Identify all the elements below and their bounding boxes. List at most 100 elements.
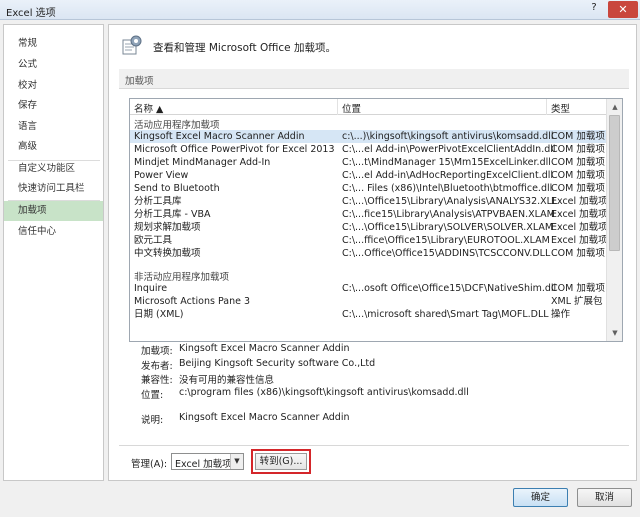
- table-row[interactable]: Kingsoft Excel Macro Scanner Addin c:\..…: [130, 130, 607, 143]
- window-title: Excel 选项: [6, 8, 56, 19]
- scroll-up-arrow-icon[interactable]: ▲: [608, 100, 622, 114]
- table-row[interactable]: 规划求解加载项 C:\...\Office15\Library\SOLVER\S…: [130, 221, 608, 234]
- table-row[interactable]: Power View C:\...el Add-in\AdHocReportin…: [130, 169, 607, 182]
- addin-location: c:\...)\kingsoft\kingsoft antivirus\koms…: [342, 131, 554, 142]
- section-title: 加载项: [125, 76, 154, 87]
- addin-location: C:\...t\MindManager 15\Mm15ExcelLinker.d…: [342, 157, 551, 168]
- addin-name: 欧元工具: [134, 235, 173, 246]
- addin-type: Excel 加载项: [551, 209, 608, 220]
- addin-type: COM 加载项: [551, 157, 605, 168]
- addin-type: Excel 加载项: [551, 235, 608, 246]
- addin-type: COM 加载项: [551, 183, 605, 194]
- addin-name: 分析工具库 - VBA: [134, 209, 211, 220]
- column-divider[interactable]: [337, 99, 338, 115]
- vertical-scrollbar[interactable]: ▲ ▼: [606, 99, 622, 341]
- table-row[interactable]: 欧元工具 C:\...ffice\Office15\Library\EUROTO…: [130, 234, 608, 247]
- addin-location: C:\...fice15\Library\Analysis\ATPVBAEN.X…: [342, 209, 555, 220]
- column-divider[interactable]: [546, 99, 547, 115]
- table-row[interactable]: Microsoft Actions Pane 3 XML 扩展包: [130, 295, 607, 308]
- goto-button-highlight: 转到(G)...: [251, 449, 311, 474]
- addin-location: C:\...\Office15\Library\Analysis\ANALYS3…: [342, 196, 558, 207]
- manage-dropdown[interactable]: Excel 加载项 ▼: [171, 453, 244, 470]
- addin-name: 规划求解加载项: [134, 222, 201, 233]
- addin-name: Power View: [134, 170, 189, 181]
- table-row[interactable]: 日期 (XML) C:\...\microsoft shared\Smart T…: [130, 308, 607, 321]
- addin-name: Send to Bluetooth: [134, 183, 220, 194]
- column-header-type[interactable]: 类型: [551, 101, 570, 115]
- detail-value-description: Kingsoft Excel Macro Scanner Addin: [179, 412, 350, 423]
- column-header-name[interactable]: 名称 ▲: [134, 101, 163, 115]
- sidebar-item-advanced[interactable]: 高级: [4, 137, 103, 157]
- addin-location: C:\...Office\Office15\ADDINS\TCSCCONV.DL…: [342, 248, 551, 259]
- detail-value-publisher: Beijing Kingsoft Security software Co.,L…: [179, 358, 376, 369]
- addin-type: COM 加载项: [551, 170, 605, 181]
- addin-name: Microsoft Office PowerPivot for Excel 20…: [134, 144, 335, 155]
- close-button[interactable]: ✕: [608, 1, 638, 18]
- addins-gear-icon: [122, 35, 142, 55]
- addin-type: 操作: [551, 309, 571, 320]
- detail-value-location: c:\program files (x86)\kingsoft\kingsoft…: [179, 387, 469, 398]
- page-description: 查看和管理 Microsoft Office 加载项。: [153, 42, 336, 54]
- addins-list[interactable]: 名称 ▲ 位置 类型 活动应用程序加载项 Kingsoft Excel Macr…: [129, 98, 623, 342]
- table-row[interactable]: 分析工具库 - VBA C:\...fice15\Library\Analysi…: [130, 208, 608, 221]
- addin-type: COM 加载项: [551, 283, 605, 294]
- divider: [119, 445, 629, 446]
- addin-location: C:\...el Add-in\AdHocReportingExcelClien…: [342, 170, 553, 181]
- addin-type: Excel 加载项: [551, 196, 608, 207]
- sidebar-item-quick-access-toolbar[interactable]: 快速访问工具栏: [4, 179, 103, 199]
- addin-name: 中文转换加载项: [134, 248, 201, 259]
- detail-label-compatibility: 兼容性:: [141, 375, 173, 386]
- detail-label-addin: 加载项:: [141, 346, 173, 357]
- scroll-down-arrow-icon[interactable]: ▼: [608, 326, 622, 340]
- addins-panel: 查看和管理 Microsoft Office 加载项。 加载项 名称 ▲ 位置 …: [108, 24, 637, 481]
- detail-label-location: 位置:: [141, 390, 164, 401]
- detail-value-addin: Kingsoft Excel Macro Scanner Addin: [179, 343, 350, 354]
- addin-location: C:\...el Add-in\PowerPivotExcelClientAdd…: [342, 144, 556, 155]
- table-row[interactable]: Send to Bluetooth C:\... Files (x86)\Int…: [130, 182, 607, 195]
- addin-type: COM 加载项: [551, 248, 605, 259]
- sidebar-item-formulas[interactable]: 公式: [4, 55, 103, 75]
- addin-name: Mindjet MindManager Add-In: [134, 157, 271, 168]
- addin-type: COM 加载项: [551, 131, 605, 142]
- table-row[interactable]: 分析工具库 C:\...\Office15\Library\Analysis\A…: [130, 195, 608, 208]
- addin-location: C:\...\microsoft shared\Smart Tag\MOFL.D…: [342, 309, 549, 320]
- group-header-inactive: 非活动应用程序加载项: [134, 272, 230, 283]
- addin-name: 日期 (XML): [134, 309, 184, 320]
- addin-type: XML 扩展包: [551, 296, 603, 307]
- column-header-location[interactable]: 位置: [342, 101, 361, 115]
- addin-type: Excel 加载项: [551, 222, 608, 233]
- title-bar: Excel 选项 ? ✕: [0, 0, 640, 20]
- table-row[interactable]: Microsoft Office PowerPivot for Excel 20…: [130, 143, 607, 156]
- goto-button[interactable]: 转到(G)...: [255, 453, 307, 470]
- addin-type: COM 加载项: [551, 144, 605, 155]
- table-row[interactable]: Mindjet MindManager Add-In C:\...t\MindM…: [130, 156, 607, 169]
- addin-location: C:\...\Office15\Library\SOLVER\SOLVER.XL…: [342, 222, 554, 233]
- addin-name: Inquire: [134, 283, 168, 294]
- detail-value-compatibility: 没有可用的兼容性信息: [179, 375, 275, 386]
- sidebar-item-save[interactable]: 保存: [4, 96, 103, 116]
- scrollbar-thumb[interactable]: [609, 115, 620, 251]
- sidebar-item-customize-ribbon[interactable]: 自定义功能区: [4, 159, 103, 179]
- addin-name: 分析工具库: [134, 196, 182, 207]
- table-row[interactable]: 中文转换加载项 C:\...Office\Office15\ADDINS\TCS…: [130, 247, 607, 260]
- help-button[interactable]: ?: [582, 2, 606, 18]
- sidebar: 常规 公式 校对 保存 语言 高级 自定义功能区 快速访问工具栏 加载项 信任中…: [3, 24, 104, 481]
- detail-label-description: 说明:: [141, 415, 164, 426]
- chevron-down-icon[interactable]: ▼: [230, 454, 243, 469]
- manage-dropdown-value: Excel 加载项: [175, 459, 232, 470]
- detail-label-publisher: 发布者:: [141, 361, 173, 372]
- sidebar-item-trust-center[interactable]: 信任中心: [4, 222, 103, 242]
- sidebar-item-language[interactable]: 语言: [4, 117, 103, 137]
- addin-location: C:\...ffice\Office15\Library\EUROTOOL.XL…: [342, 235, 550, 246]
- addins-section-header: 加载项: [119, 69, 629, 89]
- cancel-button[interactable]: 取消: [577, 488, 632, 507]
- ok-button[interactable]: 确定: [513, 488, 568, 507]
- sidebar-item-proofing[interactable]: 校对: [4, 76, 103, 96]
- table-row[interactable]: Inquire C:\...osoft Office\Office15\DCF\…: [130, 282, 607, 295]
- sidebar-item-general[interactable]: 常规: [4, 34, 103, 54]
- addin-name: Microsoft Actions Pane 3: [134, 296, 251, 307]
- sidebar-item-addins[interactable]: 加载项: [4, 201, 103, 221]
- group-header-active: 活动应用程序加载项: [134, 120, 220, 131]
- addin-location: C:\... Files (x86)\Intel\Bluetooth\btmof…: [342, 183, 553, 194]
- manage-label: 管理(A):: [131, 459, 168, 470]
